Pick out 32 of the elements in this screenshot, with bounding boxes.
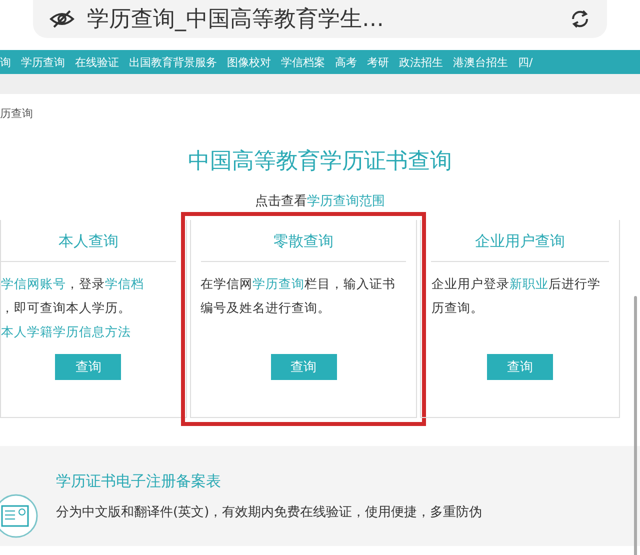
query-button[interactable]: 查询 — [55, 354, 122, 380]
nav-link[interactable]: 高考 — [335, 54, 357, 70]
reload-icon[interactable] — [569, 8, 591, 30]
help-link[interactable]: 本人学籍学历信息方法 — [1, 320, 176, 344]
card-description: 学信网账号，登录学信档 — [1, 275, 145, 293]
scope-text: 点击查看学历查询范围 — [254, 193, 386, 210]
page-heading: 中国高等教育学历证书查询 — [187, 148, 453, 176]
card-description: 企业用户登录新职业后进行学历查询。 — [431, 275, 602, 317]
nav-link[interactable]: 四/ — [518, 54, 533, 70]
nav-link[interactable]: 考研 — [367, 54, 389, 70]
feature-title[interactable]: 学历证书电子注册备案表 — [56, 472, 482, 491]
feature-description: 分为中文版和翻译件(英文)，有效期内免费在线验证，使用便捷，多重防伪 — [56, 504, 482, 521]
card-description: 在学信网学历查询栏目，输入证书编号及姓名进行查询。 — [200, 275, 397, 317]
nav-link[interactable]: 港澳台招生 — [453, 54, 508, 70]
breadcrumb[interactable]: 历查询 — [0, 94, 640, 124]
nav-link[interactable]: 出国教育背景服务 — [129, 54, 217, 70]
nav-link[interactable]: 图像校对 — [227, 54, 271, 70]
card-description: ，即可查询本人学历。 — [1, 299, 132, 317]
scrollbar[interactable] — [634, 296, 637, 555]
page-title: 学历查询_中国高等教育学生… — [87, 6, 385, 34]
nav-link[interactable]: 学信档案 — [281, 54, 325, 70]
address-bar[interactable]: 学历查询_中国高等教育学生… — [33, 0, 607, 38]
nav-link[interactable]: 询 — [0, 54, 11, 70]
card-title: 企业用户查询 — [431, 232, 609, 262]
nav-link[interactable]: 政法招生 — [399, 54, 443, 70]
query-button[interactable]: 查询 — [487, 354, 554, 380]
card-title: 零散查询 — [200, 232, 406, 262]
card-title: 本人查询 — [1, 232, 176, 262]
nav-link[interactable]: 在线验证 — [75, 54, 119, 70]
query-button[interactable]: 查询 — [270, 354, 336, 380]
eye-slash-icon[interactable] — [49, 9, 75, 29]
nav-link[interactable]: 学历查询 — [21, 54, 65, 70]
